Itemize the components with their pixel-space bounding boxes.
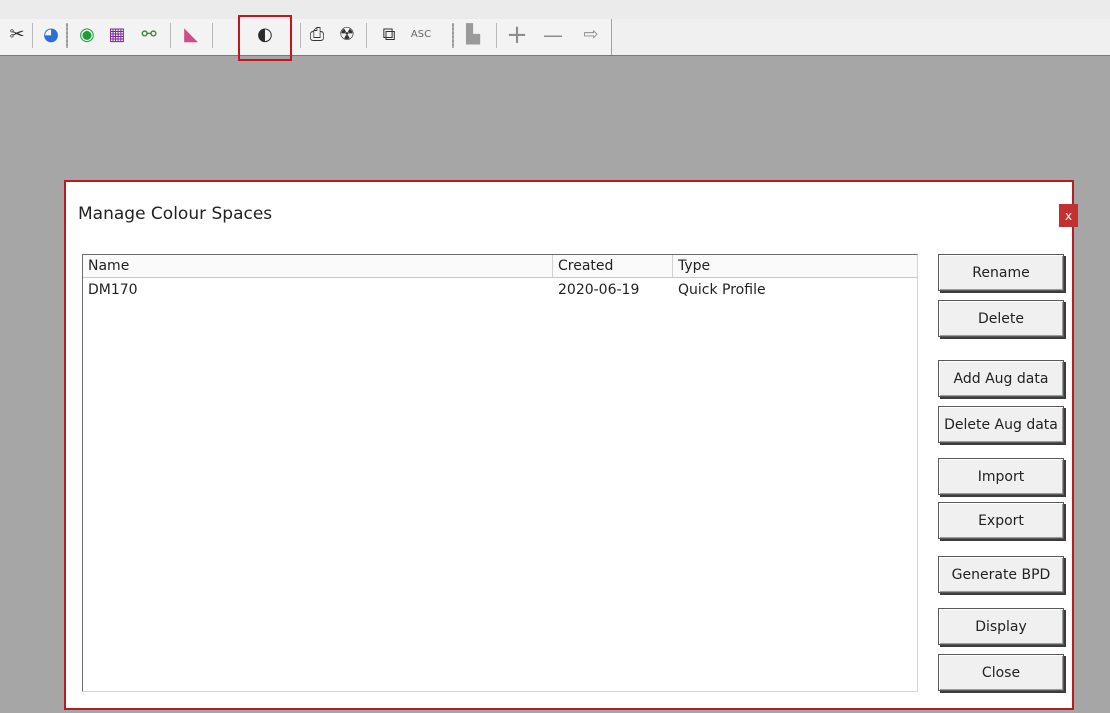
dialog-title: Manage Colour Spaces — [78, 204, 273, 224]
print-icon[interactable]: ⎙ — [306, 24, 328, 46]
radiation-icon[interactable]: ☢ — [336, 24, 358, 46]
toolbar-separator — [32, 23, 33, 48]
row-type-cell: Quick Profile — [678, 282, 766, 298]
toolbar-separator — [366, 23, 367, 48]
asc-icon[interactable]: ASC — [410, 24, 432, 46]
table-row[interactable]: DM170 2020-06-19 Quick Profile — [83, 279, 917, 301]
gamut-icon[interactable]: ◣ — [180, 24, 202, 46]
import-button[interactable]: Import — [938, 458, 1064, 495]
column-header-created[interactable]: Created — [553, 255, 673, 277]
generate-bpd-button[interactable]: Generate BPD — [938, 556, 1064, 593]
export-icon[interactable]: ⇨ — [580, 24, 602, 46]
color-chart-icon[interactable]: ▦ — [106, 24, 128, 46]
delete-aug-data-button[interactable]: Delete Aug data — [938, 406, 1064, 443]
delete-button[interactable]: Delete — [938, 300, 1064, 337]
column-header-type[interactable]: Type — [673, 255, 917, 277]
toolbar-separator — [170, 23, 171, 48]
dialog-body: Name Created Type DM170 2020-06-19 Quick… — [70, 238, 1070, 708]
colour-spaces-icon[interactable]: ◐ — [254, 24, 276, 46]
copy-icon[interactable]: ⧉ — [378, 24, 400, 46]
manage-colour-spaces-dialog: Manage Colour Spaces x Name Created Type… — [64, 180, 1078, 710]
minus-icon[interactable]: — — [542, 24, 564, 46]
display-button[interactable]: Display — [938, 608, 1064, 645]
plus-icon[interactable]: + — [506, 22, 528, 48]
colour-space-list[interactable]: Name Created Type DM170 2020-06-19 Quick… — [82, 254, 918, 692]
toolbar-separator — [300, 23, 301, 48]
close-icon[interactable]: x — [1059, 204, 1078, 227]
save-icon[interactable]: ▙ — [462, 24, 484, 46]
globe-icon[interactable]: ◕ — [40, 24, 62, 46]
toolbar-separator — [212, 23, 213, 48]
export-button[interactable]: Export — [938, 502, 1064, 539]
tools-icon[interactable]: ✂ — [6, 24, 28, 46]
toolbar-separator — [496, 23, 497, 48]
color-wheel-icon[interactable]: ◉ — [76, 24, 98, 46]
toolbar-grip — [66, 23, 68, 48]
column-header-name[interactable]: Name — [83, 255, 553, 277]
list-header: Name Created Type — [83, 255, 917, 278]
close-button[interactable]: Close — [938, 654, 1064, 691]
toolbar-top-strip — [0, 0, 1110, 19]
row-created-cell: 2020-06-19 — [558, 282, 640, 298]
add-aug-data-button[interactable]: Add Aug data — [938, 360, 1064, 397]
network-icon[interactable]: ⚯ — [138, 24, 160, 46]
toolbar-grip — [452, 23, 454, 48]
rename-button[interactable]: Rename — [938, 254, 1064, 291]
toolbar: ✂ ◕ ◉ ▦ ⚯ ◣ ◐ ⎙ ☢ ⧉ ASC ▙ + — ⇨ — [0, 0, 1110, 61]
row-name-cell: DM170 — [88, 282, 138, 298]
